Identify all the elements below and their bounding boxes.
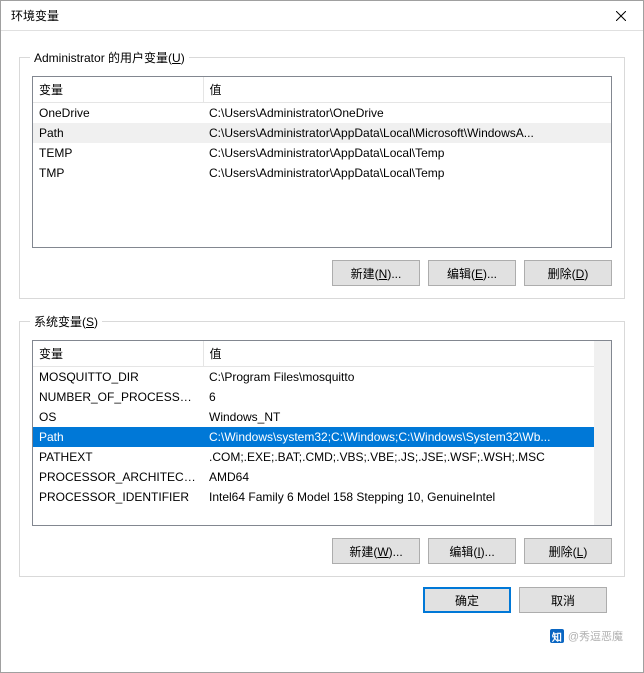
dialog-footer-buttons: 确定 取消 (19, 577, 625, 613)
user-vars-table[interactable]: 变量 值 OneDriveC:\Users\Administrator\OneD… (33, 77, 611, 183)
cell-variable: OS (33, 407, 203, 427)
table-row[interactable]: PATHEXT.COM;.EXE;.BAT;.CMD;.VBS;.VBE;.JS… (33, 447, 611, 467)
dialog-title: 环境变量 (11, 7, 59, 24)
cancel-button[interactable]: 取消 (519, 587, 607, 613)
user-vars-buttons: 新建(N)... 编辑(E)... 删除(D) (32, 260, 612, 286)
cell-value: C:\Users\Administrator\OneDrive (203, 103, 611, 124)
ok-button[interactable]: 确定 (423, 587, 511, 613)
user-vars-table-container: 变量 值 OneDriveC:\Users\Administrator\OneD… (32, 76, 612, 248)
table-header-row: 变量 值 (33, 341, 611, 367)
user-vars-label: Administrator 的用户变量(U) (30, 49, 189, 66)
table-row[interactable]: PathC:\Users\Administrator\AppData\Local… (33, 123, 611, 143)
col-value[interactable]: 值 (203, 77, 611, 103)
cell-variable: Path (33, 427, 203, 447)
user-edit-button[interactable]: 编辑(E)... (428, 260, 516, 286)
cell-value: C:\Program Files\mosquitto (203, 367, 611, 388)
system-vars-table-container: 变量 值 MOSQUITTO_DIRC:\Program Files\mosqu… (32, 340, 612, 526)
dialog-content: Administrator 的用户变量(U) 变量 值 OneDriveC:\U… (1, 31, 643, 672)
cell-value: .COM;.EXE;.BAT;.CMD;.VBS;.VBE;.JS;.JSE;.… (203, 447, 611, 467)
user-delete-button[interactable]: 删除(D) (524, 260, 612, 286)
close-button[interactable] (598, 1, 643, 31)
system-vars-buttons: 新建(W)... 编辑(I)... 删除(L) (32, 538, 612, 564)
cell-value: C:\Users\Administrator\AppData\Local\Tem… (203, 163, 611, 183)
cell-variable: Path (33, 123, 203, 143)
col-value[interactable]: 值 (203, 341, 611, 367)
system-vars-table[interactable]: 变量 值 MOSQUITTO_DIRC:\Program Files\mosqu… (33, 341, 611, 507)
zhihu-icon: 知 (550, 629, 564, 643)
system-edit-button[interactable]: 编辑(I)... (428, 538, 516, 564)
watermark: 知 @秀逗恶魔 (550, 628, 623, 644)
system-vars-group: 系统变量(S) 变量 值 MOSQUITTO_DIRC:\Program Fil… (19, 321, 625, 577)
user-vars-group: Administrator 的用户变量(U) 变量 值 OneDriveC:\U… (19, 57, 625, 299)
titlebar: 环境变量 (1, 1, 643, 31)
env-vars-dialog: 环境变量 Administrator 的用户变量(U) 变量 值 (0, 0, 644, 673)
close-icon (616, 11, 626, 21)
table-row[interactable]: OneDriveC:\Users\Administrator\OneDrive (33, 103, 611, 124)
col-variable[interactable]: 变量 (33, 341, 203, 367)
col-variable[interactable]: 变量 (33, 77, 203, 103)
table-row[interactable]: TMPC:\Users\Administrator\AppData\Local\… (33, 163, 611, 183)
table-row[interactable]: TEMPC:\Users\Administrator\AppData\Local… (33, 143, 611, 163)
watermark-text: @秀逗恶魔 (568, 628, 623, 644)
table-row[interactable]: PROCESSOR_ARCHITECT...AMD64 (33, 467, 611, 487)
cell-variable: MOSQUITTO_DIR (33, 367, 203, 388)
cell-value: 6 (203, 387, 611, 407)
cell-value: Intel64 Family 6 Model 158 Stepping 10, … (203, 487, 611, 507)
cell-value: AMD64 (203, 467, 611, 487)
cell-variable: PATHEXT (33, 447, 203, 467)
table-row[interactable]: PathC:\Windows\system32;C:\Windows;C:\Wi… (33, 427, 611, 447)
table-row[interactable]: NUMBER_OF_PROCESSORS6 (33, 387, 611, 407)
table-header-row: 变量 值 (33, 77, 611, 103)
table-row[interactable]: PROCESSOR_IDENTIFIERIntel64 Family 6 Mod… (33, 487, 611, 507)
cell-variable: PROCESSOR_ARCHITECT... (33, 467, 203, 487)
system-delete-button[interactable]: 删除(L) (524, 538, 612, 564)
cell-value: C:\Windows\system32;C:\Windows;C:\Window… (203, 427, 611, 447)
cell-variable: NUMBER_OF_PROCESSORS (33, 387, 203, 407)
system-new-button[interactable]: 新建(W)... (332, 538, 420, 564)
cell-variable: TMP (33, 163, 203, 183)
cell-variable: OneDrive (33, 103, 203, 124)
table-row[interactable]: MOSQUITTO_DIRC:\Program Files\mosquitto (33, 367, 611, 388)
system-vars-label: 系统变量(S) (30, 313, 102, 330)
user-new-button[interactable]: 新建(N)... (332, 260, 420, 286)
cell-variable: PROCESSOR_IDENTIFIER (33, 487, 203, 507)
cell-value: C:\Users\Administrator\AppData\Local\Mic… (203, 123, 611, 143)
cell-variable: TEMP (33, 143, 203, 163)
cell-value: Windows_NT (203, 407, 611, 427)
scrollbar[interactable] (594, 341, 611, 525)
table-row[interactable]: OSWindows_NT (33, 407, 611, 427)
cell-value: C:\Users\Administrator\AppData\Local\Tem… (203, 143, 611, 163)
